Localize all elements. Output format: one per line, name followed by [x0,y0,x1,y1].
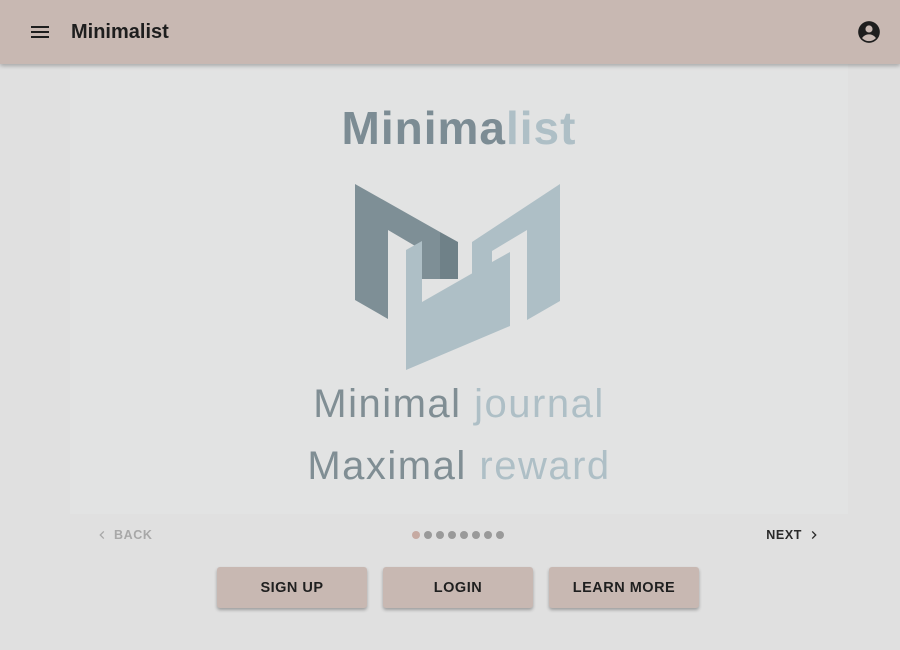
tagline-1-light: journal [474,382,605,426]
carousel-slide: Minimalist Minimal journal Maximal rewar… [70,64,848,514]
minimalist-m-logo [355,184,560,370]
tagline-line-1: Minimal journal [70,382,848,426]
learn-more-button[interactable]: LEARN MORE [549,567,699,608]
page-dot-3[interactable] [436,531,444,539]
page-dot-4[interactable] [448,531,456,539]
app-title: Minimalist [71,21,169,43]
page-dot-6[interactable] [472,531,480,539]
chevron-right-icon [811,531,817,539]
page-dot-1[interactable] [412,531,420,539]
next-label: NEXT [766,528,802,542]
page-dot-2[interactable] [424,531,432,539]
wordmark: Minimalist [70,102,848,154]
tagline-line-2: Maximal reward [70,444,848,488]
login-button[interactable]: LOGIN [383,567,533,608]
tagline-2-dark: Maximal [307,444,467,488]
back-button[interactable]: BACK [94,527,153,543]
wordmark-dark: Minima [341,102,506,154]
next-button[interactable]: NEXT [766,527,822,543]
tagline-1-dark: Minimal [313,382,462,426]
chevron-left-icon [99,531,105,539]
hamburger-menu-icon[interactable] [24,16,56,48]
page-dot-5[interactable] [460,531,468,539]
page-indicator [412,531,508,539]
page-dot-7[interactable] [484,531,492,539]
tagline-2-light: reward [479,444,611,488]
wordmark-light: list [506,102,577,154]
page-dot-8[interactable] [496,531,504,539]
sign-up-button[interactable]: SIGN UP [217,567,367,608]
back-label: BACK [114,528,153,542]
action-buttons: SIGN UP LOGIN LEARN MORE [217,567,699,608]
account-circle-icon[interactable] [856,19,882,45]
app-bar: Minimalist [0,0,900,64]
